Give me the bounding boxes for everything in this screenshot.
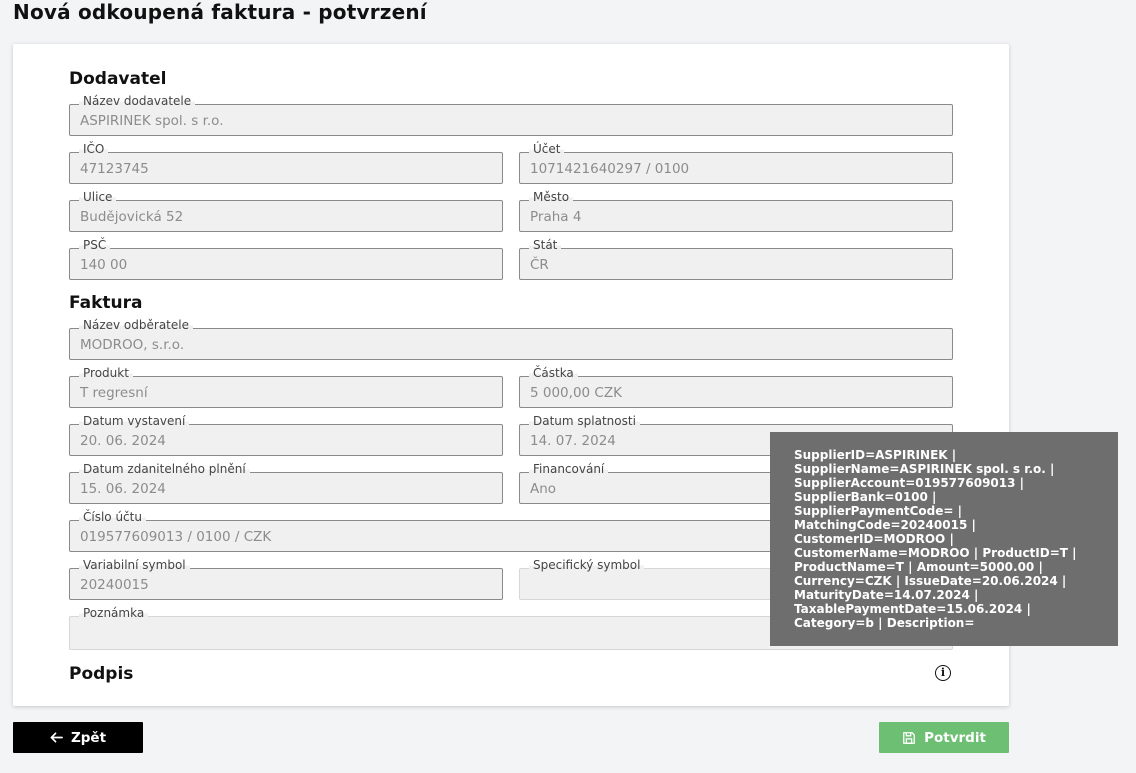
field-label: Financování	[529, 462, 609, 476]
tooltip-line: MatchingCode=20240015 |	[794, 518, 976, 532]
field-value: T regresní	[80, 385, 148, 401]
tooltip-line: SupplierAccount=019577609013 |	[794, 476, 1025, 490]
supplier-country-field[interactable]: Stát ČR	[519, 238, 953, 280]
field-value: Ano	[530, 481, 557, 497]
issue-date-field[interactable]: Datum vystavení 20. 06. 2024	[69, 414, 503, 456]
field-value: Praha 4	[530, 209, 582, 225]
taxable-date-field[interactable]: Datum zdanitelného plnění 15. 06. 2024	[69, 462, 503, 504]
field-value: 20. 06. 2024	[80, 433, 166, 449]
field-value: 5 000,00 CZK	[530, 385, 622, 401]
field-label: Účet	[529, 142, 565, 156]
back-button-label: Zpět	[70, 729, 107, 746]
field-label: Poznámka	[79, 606, 149, 620]
field-label: Datum zdanitelného plnění	[79, 462, 250, 476]
confirm-button-label: Potvrdit	[924, 729, 986, 746]
field-label: Stát	[529, 238, 562, 252]
info-tooltip: SupplierID=ASPIRINEK | SupplierName=ASPI…	[770, 432, 1118, 646]
field-value: MODROO, s.r.o.	[80, 337, 185, 353]
section-title-invoice: Faktura	[69, 293, 143, 313]
tooltip-line: SupplierBank=0100 |	[794, 490, 937, 504]
page-title: Nová odkoupená faktura - potvrzení	[13, 0, 427, 24]
field-label: Datum vystavení	[79, 414, 190, 428]
field-value: ASPIRINEK spol. s r.o.	[80, 113, 224, 129]
field-value: 1071421640297 / 0100	[530, 161, 690, 177]
field-value: 019577609013 / 0100 / CZK	[80, 529, 272, 545]
back-button[interactable]: Zpět	[13, 722, 143, 753]
supplier-street-field[interactable]: Ulice Budějovická 52	[69, 190, 503, 232]
supplier-city-field[interactable]: Město Praha 4	[519, 190, 953, 232]
field-label: Název dodavatele	[79, 94, 196, 108]
supplier-zip-field[interactable]: PSČ 140 00	[69, 238, 503, 280]
confirm-button[interactable]: Potvrdit	[879, 722, 1009, 753]
arrow-left-icon	[50, 732, 63, 743]
field-value: 15. 06. 2024	[80, 481, 166, 497]
tooltip-line: CustomerName=MODROO | ProductID=T |	[794, 546, 1077, 560]
field-value: ČR	[530, 257, 549, 273]
tooltip-line: Currency=CZK | IssueDate=20.06.2024 |	[794, 574, 1067, 588]
tooltip-line: MaturityDate=14.07.2024 |	[794, 588, 979, 602]
field-value: 47123745	[80, 161, 149, 177]
variable-symbol-field[interactable]: Variabilní symbol 20240015	[69, 558, 503, 600]
tooltip-line: Category=b | Description=	[794, 616, 975, 630]
section-title-signature: Podpis	[69, 664, 134, 684]
field-label: Název odběratele	[79, 318, 193, 332]
tooltip-line: ProductName=T | Amount=5000.00 |	[794, 560, 1043, 574]
field-value: 140 00	[80, 257, 128, 273]
amount-field[interactable]: Částka 5 000,00 CZK	[519, 366, 953, 408]
supplier-ico-field[interactable]: IČO 47123745	[69, 142, 503, 184]
tooltip-line: SupplierPaymentCode= |	[794, 504, 962, 518]
field-label: Variabilní symbol	[79, 558, 190, 572]
supplier-name-field[interactable]: Název dodavatele ASPIRINEK spol. s r.o.	[69, 94, 953, 136]
field-label: Částka	[529, 366, 578, 380]
floppy-disk-icon	[903, 731, 915, 744]
field-label: Číslo účtu	[79, 510, 146, 524]
customer-name-field[interactable]: Název odběratele MODROO, s.r.o.	[69, 318, 953, 360]
field-label: IČO	[79, 142, 109, 156]
field-label: Datum splatnosti	[529, 414, 640, 428]
tooltip-line: CustomerID=MODROO |	[794, 532, 954, 546]
field-value: 14. 07. 2024	[530, 433, 616, 449]
supplier-account-field[interactable]: Účet 1071421640297 / 0100	[519, 142, 953, 184]
product-field[interactable]: Produkt T regresní	[69, 366, 503, 408]
field-value: Budějovická 52	[80, 209, 184, 225]
field-label: PSČ	[79, 238, 111, 252]
field-value: 20240015	[80, 577, 149, 593]
field-label: Specifický symbol	[529, 558, 645, 572]
tooltip-line: SupplierName=ASPIRINEK spol. s r.o. |	[794, 462, 1055, 476]
info-icon[interactable]: i	[935, 665, 951, 681]
field-label: Město	[529, 190, 574, 204]
tooltip-line: TaxablePaymentDate=15.06.2024 |	[794, 602, 1031, 616]
field-label: Ulice	[79, 190, 117, 204]
section-title-supplier: Dodavatel	[69, 69, 167, 89]
tooltip-line: SupplierID=ASPIRINEK |	[794, 448, 957, 462]
field-label: Produkt	[79, 366, 133, 380]
